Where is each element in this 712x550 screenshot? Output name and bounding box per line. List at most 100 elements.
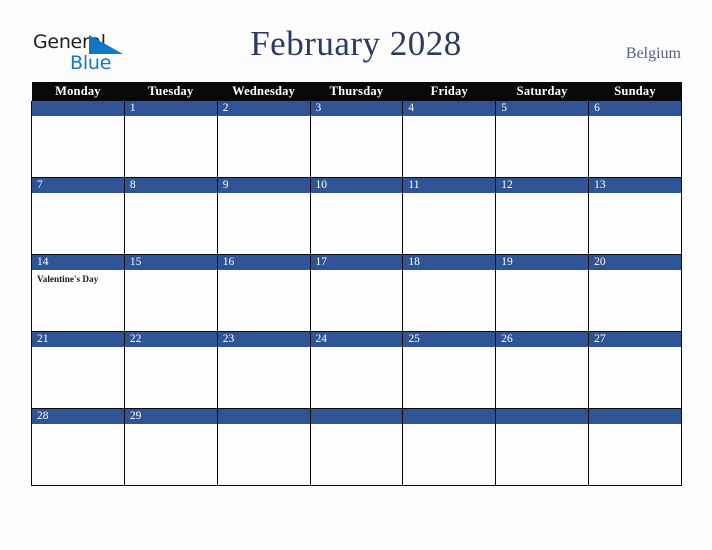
calendar-week-row: 123456 (31, 101, 682, 178)
calendar-day-cell[interactable]: 17 (309, 254, 404, 332)
day-events (218, 116, 310, 177)
day-number (217, 409, 310, 424)
page-title: February 2028 (250, 24, 462, 63)
calendar-day-cell[interactable]: 4 (402, 101, 497, 178)
day-number: 5 (496, 101, 589, 116)
calendar-day-cell[interactable]: 28 (31, 408, 125, 486)
calendar-day-cell[interactable] (402, 408, 497, 486)
calendar-day-cell[interactable]: 25 (402, 331, 497, 409)
calendar-day-cell[interactable] (588, 408, 682, 486)
day-events (311, 270, 403, 331)
calendar-day-cell[interactable] (495, 408, 590, 486)
day-number: 27 (589, 332, 681, 347)
calendar-day-cell[interactable]: 22 (123, 331, 218, 409)
calendar-day-cell[interactable]: 15 (123, 254, 218, 332)
calendar-day-cell[interactable]: 8 (123, 177, 218, 255)
day-number: 13 (589, 178, 681, 193)
day-events (218, 424, 310, 485)
day-events (403, 347, 495, 408)
day-events (311, 424, 403, 485)
day-events (589, 270, 681, 331)
day-events (403, 193, 495, 254)
day-events (311, 193, 403, 254)
day-number: 9 (217, 178, 310, 193)
day-number: 14 (32, 255, 124, 270)
day-events: Valentine's Day (32, 270, 124, 331)
day-events (589, 116, 681, 177)
day-events (32, 424, 124, 485)
day-events (496, 347, 588, 408)
day-number: 20 (589, 255, 681, 270)
calendar-body: 1 2 3 4 5 6 7 8 9 10 11 12 13 14 Valentine's Day 15 16 17… (31, 101, 682, 486)
day-number: 3 (310, 101, 403, 116)
calendar-day-cell[interactable]: 1 (123, 101, 218, 178)
day-number: 2 (217, 101, 310, 116)
calendar-day-cell[interactable]: 5 (495, 101, 590, 178)
page-header: General Blue February 2028 Belgium (0, 0, 712, 82)
calendar-week-row: 21 22 23 24 25 26 27 (31, 331, 682, 409)
day-events (496, 270, 588, 331)
calendar-day-cell[interactable]: 10 (309, 177, 404, 255)
weekday-header-sunday: Sunday (588, 82, 682, 101)
day-events (125, 270, 217, 331)
calendar-day-cell[interactable]: 11 (402, 177, 497, 255)
day-events (32, 347, 124, 408)
day-number (403, 409, 496, 424)
day-number: 17 (310, 255, 403, 270)
day-events (496, 193, 588, 254)
calendar-day-cell[interactable]: 26 (495, 331, 590, 409)
calendar-day-cell[interactable] (31, 101, 125, 178)
calendar-day-cell[interactable]: 14 Valentine's Day (31, 254, 125, 332)
day-events (403, 424, 495, 485)
day-events (218, 270, 310, 331)
calendar-day-cell[interactable]: 3 (309, 101, 404, 178)
day-number (589, 409, 681, 424)
calendar-day-cell[interactable]: 2 (216, 101, 311, 178)
calendar-day-cell[interactable]: 29 (123, 408, 218, 486)
weekday-header-saturday: Saturday (495, 82, 589, 101)
weekday-header-tuesday: Tuesday (124, 82, 218, 101)
day-number (32, 101, 124, 116)
day-events (218, 347, 310, 408)
day-number: 8 (124, 178, 217, 193)
day-number: 28 (32, 409, 124, 424)
calendar-day-cell[interactable]: 13 (588, 177, 682, 255)
calendar-week-row: 7 8 9 10 11 12 13 (31, 177, 682, 255)
day-number: 6 (589, 101, 681, 116)
calendar-day-cell[interactable]: 12 (495, 177, 590, 255)
calendar-day-cell[interactable]: 9 (216, 177, 311, 255)
day-number: 7 (32, 178, 124, 193)
day-number: 24 (310, 332, 403, 347)
day-number: 23 (217, 332, 310, 347)
day-events (218, 193, 310, 254)
calendar-day-cell[interactable]: 19 (495, 254, 590, 332)
calendar-day-cell[interactable] (309, 408, 404, 486)
weekday-header-wednesday: Wednesday (217, 82, 311, 101)
day-events (32, 193, 124, 254)
calendar-day-cell[interactable]: 18 (402, 254, 497, 332)
day-events (496, 424, 588, 485)
calendar-week-row: 28 29 (31, 408, 682, 486)
weekday-header-thursday: Thursday (310, 82, 403, 101)
day-events (589, 347, 681, 408)
calendar-day-cell[interactable]: 7 (31, 177, 125, 255)
calendar-week-row: 14 Valentine's Day 15 16 17 18 19 20 (31, 254, 682, 332)
month-calendar: Monday Tuesday Wednesday Thursday Friday… (31, 82, 682, 486)
calendar-day-cell[interactable]: 27 (588, 331, 682, 409)
day-number: 25 (403, 332, 496, 347)
calendar-day-cell[interactable]: 20 (588, 254, 682, 332)
day-events (125, 116, 217, 177)
calendar-day-cell[interactable]: 6 (588, 101, 682, 178)
day-events (125, 193, 217, 254)
calendar-day-cell[interactable]: 23 (216, 331, 311, 409)
calendar-day-cell[interactable]: 16 (216, 254, 311, 332)
calendar-day-cell[interactable]: 24 (309, 331, 404, 409)
calendar-day-cell[interactable] (216, 408, 311, 486)
day-number: 18 (403, 255, 496, 270)
calendar-day-cell[interactable]: 21 (31, 331, 125, 409)
day-number: 26 (496, 332, 589, 347)
day-events (125, 424, 217, 485)
region-label: Belgium (625, 45, 681, 62)
day-number: 11 (403, 178, 496, 193)
day-events (496, 116, 588, 177)
